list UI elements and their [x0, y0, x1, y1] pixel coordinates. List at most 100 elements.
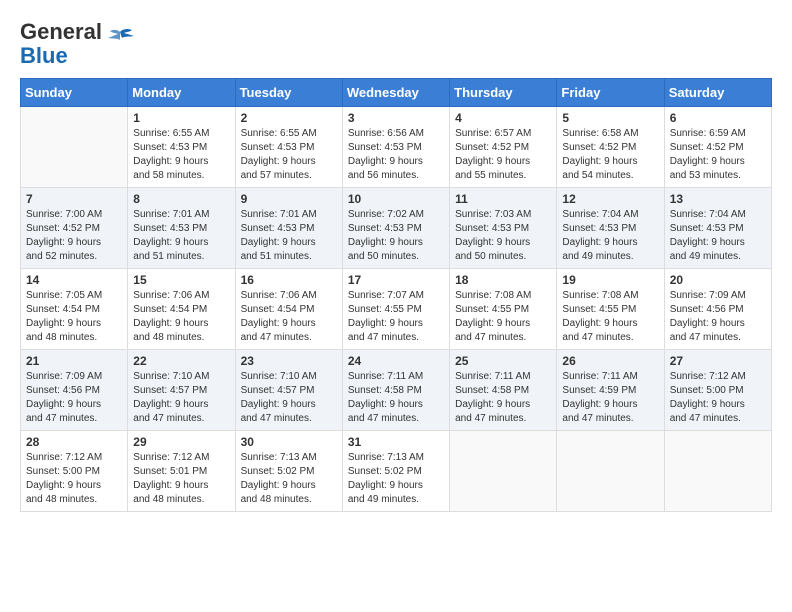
calendar-cell: 21 Sunrise: 7:09 AM Sunset: 4:56 PM Dayli… — [21, 350, 128, 431]
calendar-cell: 8 Sunrise: 7:01 AM Sunset: 4:53 PM Daylig… — [128, 188, 235, 269]
day-info: Sunrise: 7:12 AM Sunset: 5:00 PM Dayligh… — [26, 451, 122, 507]
calendar-week-row: 21 Sunrise: 7:09 AM Sunset: 4:56 PM Dayli… — [21, 350, 772, 431]
day-number: 7 — [26, 192, 122, 206]
logo-blue: Blue — [20, 43, 68, 68]
day-number: 11 — [455, 192, 551, 206]
day-number: 30 — [241, 435, 337, 449]
day-number: 15 — [133, 273, 229, 287]
day-info: Sunrise: 7:12 AM Sunset: 5:01 PM Dayligh… — [133, 451, 229, 507]
calendar-cell — [450, 431, 557, 512]
logo-general: General — [20, 19, 102, 44]
calendar-cell: 19 Sunrise: 7:08 AM Sunset: 4:55 PM Dayli… — [557, 269, 664, 350]
day-info: Sunrise: 6:59 AM Sunset: 4:52 PM Dayligh… — [670, 127, 766, 183]
day-info: Sunrise: 7:01 AM Sunset: 4:53 PM Dayligh… — [133, 208, 229, 264]
day-number: 26 — [562, 354, 658, 368]
calendar-cell: 10 Sunrise: 7:02 AM Sunset: 4:53 PM Dayli… — [342, 188, 449, 269]
calendar-cell: 5 Sunrise: 6:58 AM Sunset: 4:52 PM Daylig… — [557, 107, 664, 188]
calendar-cell — [664, 431, 771, 512]
calendar-cell: 3Sunrise: 6:56 AM Sunset: 4:53 PM Daylig… — [342, 107, 449, 188]
day-number: 21 — [26, 354, 122, 368]
day-info: Sunrise: 7:02 AM Sunset: 4:53 PM Dayligh… — [348, 208, 444, 264]
day-info: Sunrise: 7:00 AM Sunset: 4:52 PM Dayligh… — [26, 208, 122, 264]
day-number: 17 — [348, 273, 444, 287]
day-of-week-header: Thursday — [450, 79, 557, 107]
calendar-cell: 15 Sunrise: 7:06 AM Sunset: 4:54 PM Dayli… — [128, 269, 235, 350]
day-number: 5 — [562, 111, 658, 125]
calendar-cell: 9 Sunrise: 7:01 AM Sunset: 4:53 PM Daylig… — [235, 188, 342, 269]
day-number: 20 — [670, 273, 766, 287]
day-number: 31 — [348, 435, 444, 449]
day-number: 1 — [133, 111, 229, 125]
day-info: Sunrise: 7:06 AM Sunset: 4:54 PM Dayligh… — [133, 289, 229, 345]
calendar-cell: 13 Sunrise: 7:04 AM Sunset: 4:53 PM Dayli… — [664, 188, 771, 269]
calendar-table: SundayMondayTuesdayWednesdayThursdayFrid… — [20, 78, 772, 512]
day-number: 18 — [455, 273, 551, 287]
calendar-cell — [21, 107, 128, 188]
day-info: Sunrise: 7:11 AM Sunset: 4:58 PM Dayligh… — [455, 370, 551, 426]
day-of-week-header: Sunday — [21, 79, 128, 107]
day-info: Sunrise: 6:56 AM Sunset: 4:53 PM Dayligh… — [348, 127, 444, 183]
day-info: Sunrise: 7:11 AM Sunset: 4:59 PM Dayligh… — [562, 370, 658, 426]
calendar-cell: 23Sunrise: 7:10 AM Sunset: 4:57 PM Dayli… — [235, 350, 342, 431]
day-info: Sunrise: 6:57 AM Sunset: 4:52 PM Dayligh… — [455, 127, 551, 183]
bird-icon — [106, 28, 134, 50]
calendar-cell: 24 Sunrise: 7:11 AM Sunset: 4:58 PM Dayli… — [342, 350, 449, 431]
day-number: 2 — [241, 111, 337, 125]
calendar-cell: 14Sunrise: 7:05 AM Sunset: 4:54 PM Dayli… — [21, 269, 128, 350]
day-of-week-header: Friday — [557, 79, 664, 107]
day-number: 27 — [670, 354, 766, 368]
day-number: 28 — [26, 435, 122, 449]
day-info: Sunrise: 7:10 AM Sunset: 4:57 PM Dayligh… — [241, 370, 337, 426]
day-number: 6 — [670, 111, 766, 125]
day-number: 24 — [348, 354, 444, 368]
calendar-cell: 4 Sunrise: 6:57 AM Sunset: 4:52 PM Daylig… — [450, 107, 557, 188]
calendar-cell: 20Sunrise: 7:09 AM Sunset: 4:56 PM Dayli… — [664, 269, 771, 350]
day-info: Sunrise: 7:01 AM Sunset: 4:53 PM Dayligh… — [241, 208, 337, 264]
day-number: 4 — [455, 111, 551, 125]
day-info: Sunrise: 6:58 AM Sunset: 4:52 PM Dayligh… — [562, 127, 658, 183]
calendar-cell: 29 Sunrise: 7:12 AM Sunset: 5:01 PM Dayli… — [128, 431, 235, 512]
calendar-cell: 11 Sunrise: 7:03 AM Sunset: 4:53 PM Dayli… — [450, 188, 557, 269]
day-info: Sunrise: 7:04 AM Sunset: 4:53 PM Dayligh… — [670, 208, 766, 264]
day-info: Sunrise: 7:05 AM Sunset: 4:54 PM Dayligh… — [26, 289, 122, 345]
calendar-cell: 26 Sunrise: 7:11 AM Sunset: 4:59 PM Dayli… — [557, 350, 664, 431]
day-number: 8 — [133, 192, 229, 206]
day-info: Sunrise: 7:09 AM Sunset: 4:56 PM Dayligh… — [26, 370, 122, 426]
day-info: Sunrise: 6:55 AM Sunset: 4:53 PM Dayligh… — [133, 127, 229, 183]
day-info: Sunrise: 7:08 AM Sunset: 4:55 PM Dayligh… — [455, 289, 551, 345]
calendar-cell: 30Sunrise: 7:13 AM Sunset: 5:02 PM Dayli… — [235, 431, 342, 512]
calendar-cell: 31 Sunrise: 7:13 AM Sunset: 5:02 PM Dayli… — [342, 431, 449, 512]
calendar-cell: 7 Sunrise: 7:00 AM Sunset: 4:52 PM Daylig… — [21, 188, 128, 269]
day-info: Sunrise: 7:07 AM Sunset: 4:55 PM Dayligh… — [348, 289, 444, 345]
day-of-week-header: Monday — [128, 79, 235, 107]
day-info: Sunrise: 7:03 AM Sunset: 4:53 PM Dayligh… — [455, 208, 551, 264]
day-of-week-header: Saturday — [664, 79, 771, 107]
day-info: Sunrise: 7:08 AM Sunset: 4:55 PM Dayligh… — [562, 289, 658, 345]
day-of-week-header: Wednesday — [342, 79, 449, 107]
day-info: Sunrise: 7:13 AM Sunset: 5:02 PM Dayligh… — [348, 451, 444, 507]
day-number: 13 — [670, 192, 766, 206]
logo: General Blue — [20, 20, 134, 68]
calendar-week-row: 14Sunrise: 7:05 AM Sunset: 4:54 PM Dayli… — [21, 269, 772, 350]
day-number: 16 — [241, 273, 337, 287]
calendar-week-row: 1 Sunrise: 6:55 AM Sunset: 4:53 PM Daylig… — [21, 107, 772, 188]
day-number: 10 — [348, 192, 444, 206]
calendar-cell: 18 Sunrise: 7:08 AM Sunset: 4:55 PM Dayli… — [450, 269, 557, 350]
calendar-week-row: 28 Sunrise: 7:12 AM Sunset: 5:00 PM Dayli… — [21, 431, 772, 512]
day-info: Sunrise: 7:11 AM Sunset: 4:58 PM Dayligh… — [348, 370, 444, 426]
day-of-week-header: Tuesday — [235, 79, 342, 107]
calendar-cell: 6 Sunrise: 6:59 AM Sunset: 4:52 PM Daylig… — [664, 107, 771, 188]
calendar-cell: 22 Sunrise: 7:10 AM Sunset: 4:57 PM Dayli… — [128, 350, 235, 431]
day-number: 12 — [562, 192, 658, 206]
calendar-cell: 2Sunrise: 6:55 AM Sunset: 4:53 PM Daylig… — [235, 107, 342, 188]
day-info: Sunrise: 7:10 AM Sunset: 4:57 PM Dayligh… — [133, 370, 229, 426]
day-info: Sunrise: 7:12 AM Sunset: 5:00 PM Dayligh… — [670, 370, 766, 426]
day-number: 9 — [241, 192, 337, 206]
calendar-cell: 12Sunrise: 7:04 AM Sunset: 4:53 PM Dayli… — [557, 188, 664, 269]
calendar-cell: 28 Sunrise: 7:12 AM Sunset: 5:00 PM Dayli… — [21, 431, 128, 512]
day-number: 29 — [133, 435, 229, 449]
calendar-cell: 17 Sunrise: 7:07 AM Sunset: 4:55 PM Dayli… — [342, 269, 449, 350]
day-number: 19 — [562, 273, 658, 287]
day-number: 22 — [133, 354, 229, 368]
calendar-cell: 1 Sunrise: 6:55 AM Sunset: 4:53 PM Daylig… — [128, 107, 235, 188]
